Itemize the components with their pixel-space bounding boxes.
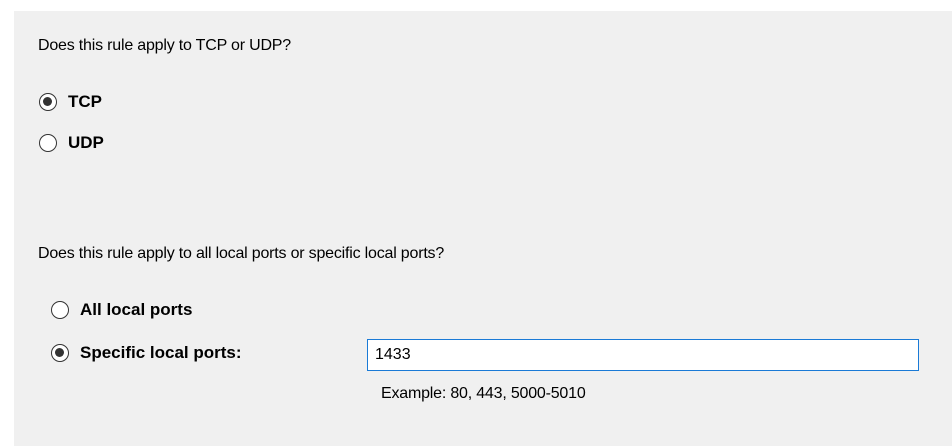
udp-radio-label[interactable]: UDP xyxy=(68,133,104,153)
specific-local-ports-radio-option[interactable]: Specific local ports: xyxy=(51,343,242,363)
ports-question: Does this rule apply to all local ports … xyxy=(38,245,445,262)
top-border xyxy=(0,0,952,11)
ports-example-hint: Example: 80, 443, 5000-5010 xyxy=(381,385,586,402)
all-local-ports-radio-option[interactable]: All local ports xyxy=(51,300,192,320)
tcp-radio-option[interactable]: TCP xyxy=(39,92,102,112)
protocol-question: Does this rule apply to TCP or UDP? xyxy=(38,37,291,54)
udp-radio-option[interactable]: UDP xyxy=(39,133,104,153)
firewall-rule-protocol-ports-page: Does this rule apply to TCP or UDP? TCP … xyxy=(0,0,952,446)
udp-radio-button[interactable] xyxy=(39,134,57,152)
all-local-ports-radio-button[interactable] xyxy=(51,301,69,319)
all-local-ports-radio-label[interactable]: All local ports xyxy=(80,300,192,320)
tcp-radio-label[interactable]: TCP xyxy=(68,92,102,112)
specific-ports-input[interactable] xyxy=(367,339,919,371)
left-border xyxy=(0,0,14,446)
tcp-radio-button[interactable] xyxy=(39,93,57,111)
specific-local-ports-radio-label[interactable]: Specific local ports: xyxy=(80,343,242,363)
specific-local-ports-radio-button[interactable] xyxy=(51,344,69,362)
